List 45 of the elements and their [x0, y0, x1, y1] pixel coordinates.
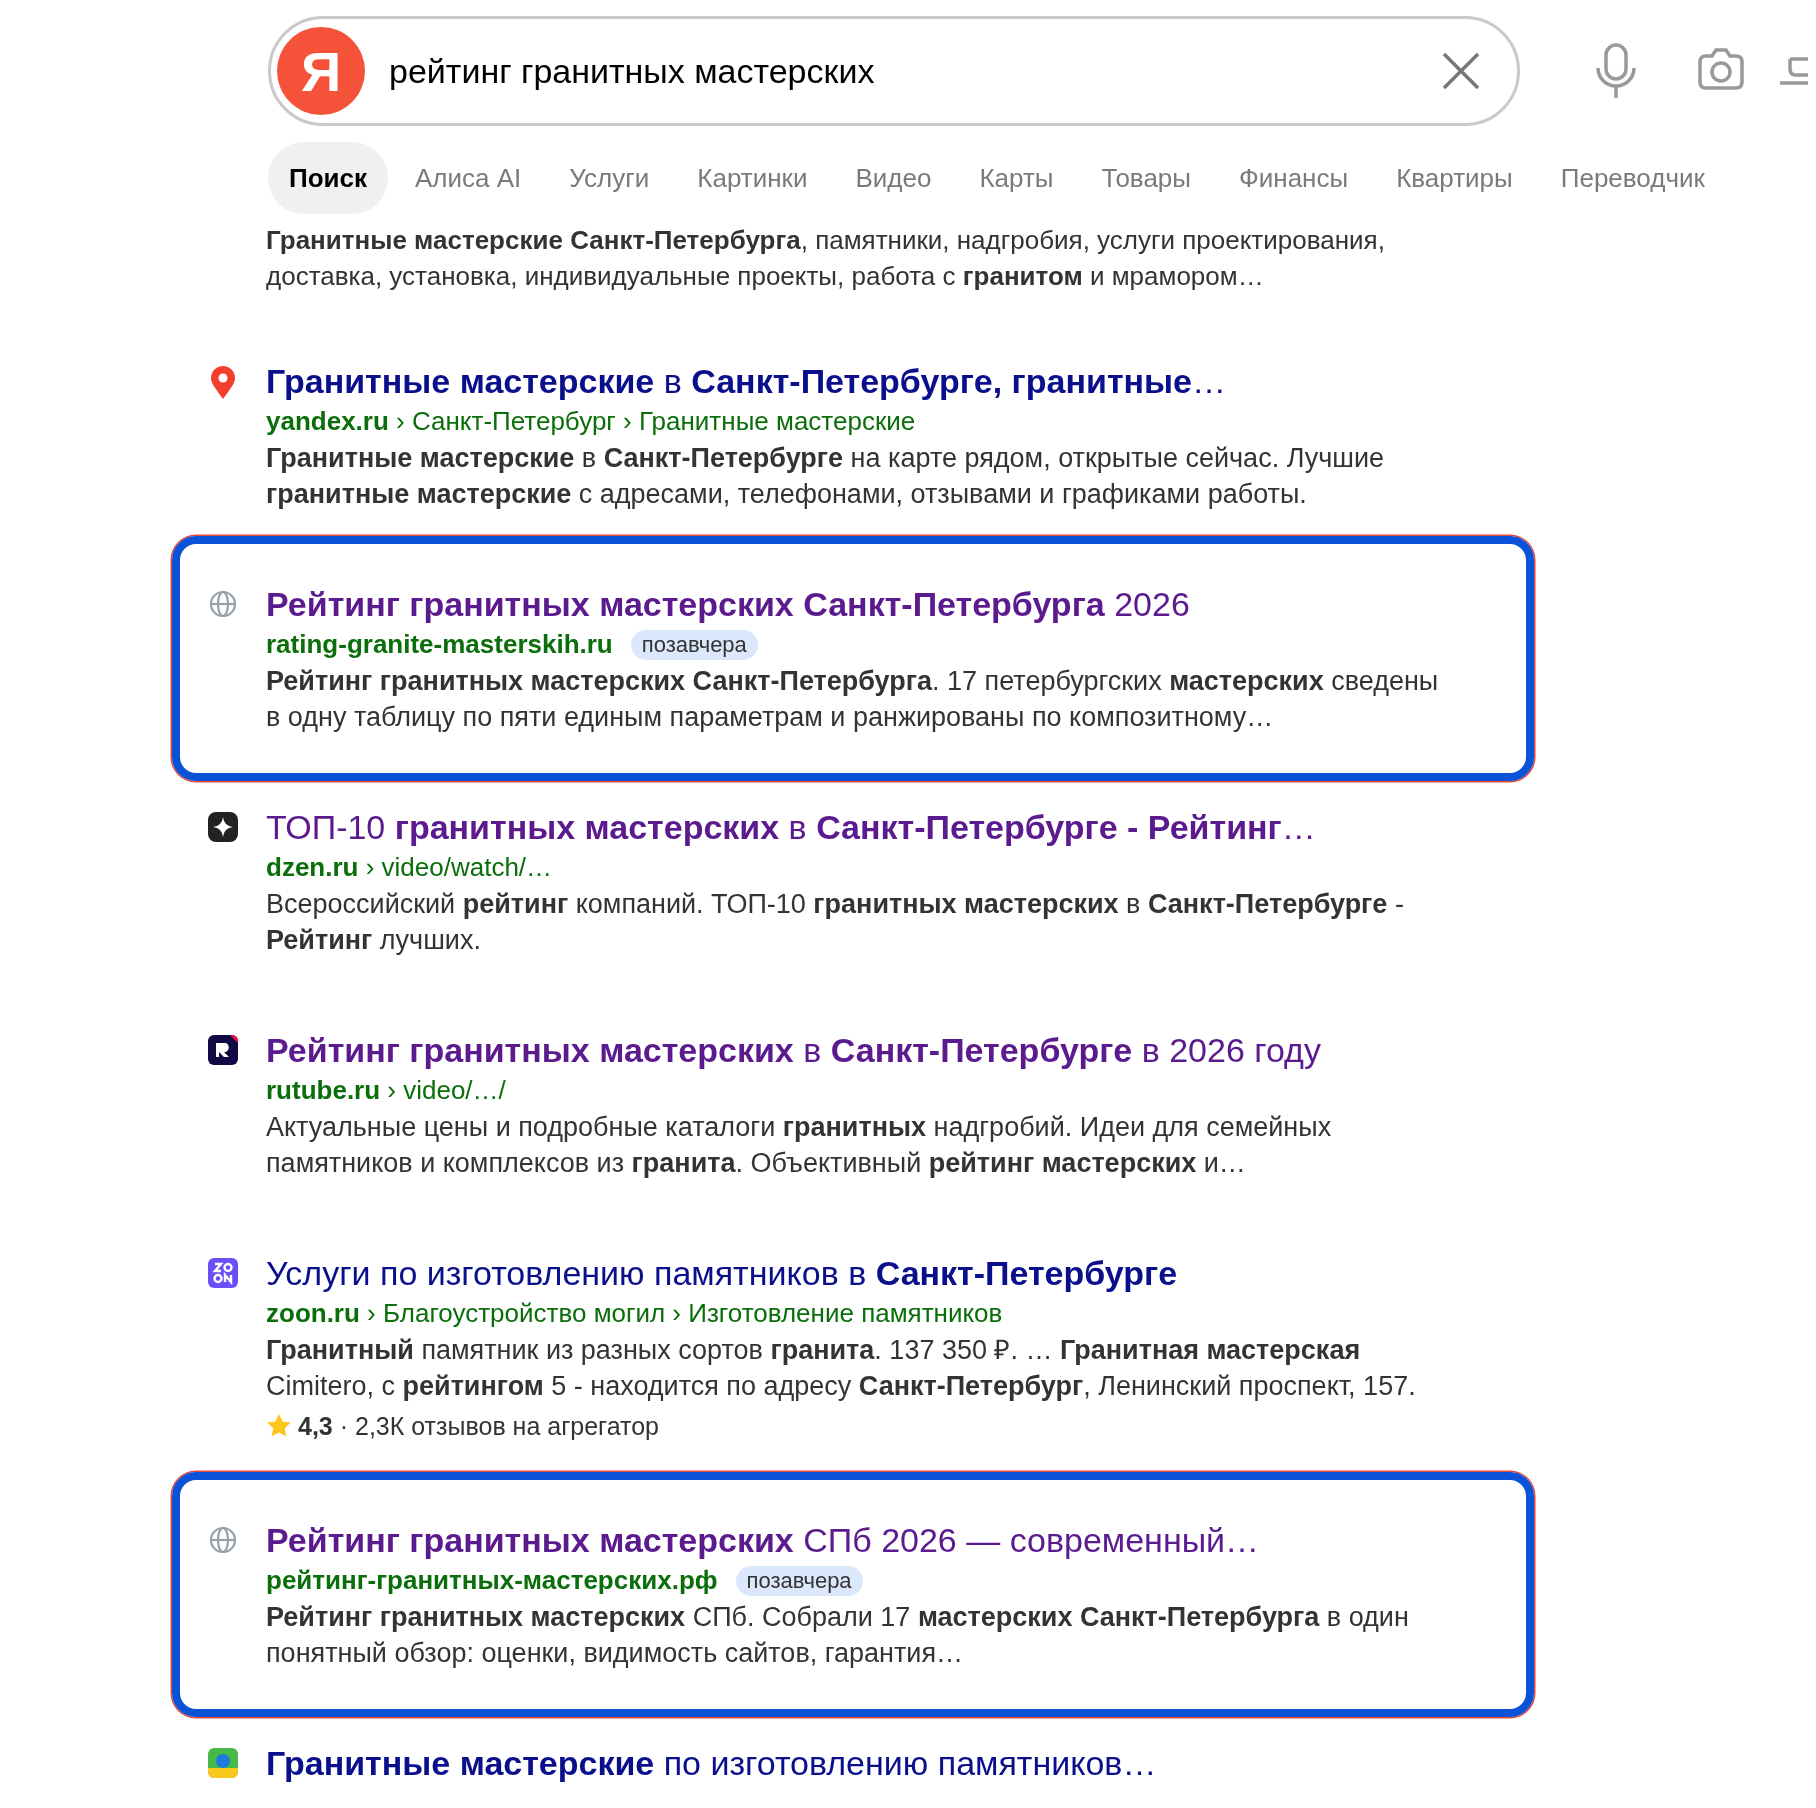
- date-badge: позавчера: [630, 629, 758, 660]
- result-title-link[interactable]: Рейтинг гранитных мастерских в Санкт-Петербурге в 2026 году: [266, 1029, 1466, 1072]
- result-title-link[interactable]: Гранитные мастерские по изготовлению памятников…: [266, 1742, 1466, 1785]
- close-icon[interactable]: [1441, 51, 1481, 91]
- logo[interactable]: Я: [277, 27, 365, 115]
- result-title-link[interactable]: Гранитные мастерские в Санкт-Петербурге, гранитные…: [266, 360, 1466, 403]
- result-title-link[interactable]: Рейтинг гранитных мастерских СПб 2026 — современный…: [266, 1519, 1466, 1562]
- nav-tab[interactable]: Картинки: [676, 142, 829, 214]
- result-url[interactable]: rutube.ru › video/…/: [266, 1072, 506, 1109]
- result-url[interactable]: рейтинг-гранитных-мастерских.рф: [266, 1562, 718, 1599]
- nav-tab[interactable]: Видео: [834, 142, 953, 214]
- pin-icon: [209, 366, 237, 400]
- nav-tab[interactable]: Финансы: [1218, 142, 1370, 214]
- result-url[interactable]: yandex.ru › Санкт-Петербург › Гранитные мастерские: [266, 403, 916, 440]
- microphone-icon[interactable]: [1593, 42, 1639, 100]
- app-icon: [208, 1258, 238, 1288]
- result-url[interactable]: rating-granite-masterskih.ru: [266, 626, 613, 663]
- result-snippet: Рейтинг гранитных мастерских Санкт-Петербурга. 17 петербургских мастерских сведены в одну таблицу по пяти единым параметрам и ранжированы по композитному…: [266, 665, 1440, 734]
- search-query: рейтинг гранитных мастерских: [389, 51, 876, 91]
- nav-tab[interactable]: Алиса AI: [394, 142, 543, 214]
- star-icon: [266, 1413, 292, 1439]
- nav-tab[interactable]: Квартиры: [1375, 142, 1534, 214]
- nav-tab[interactable]: Поиск: [268, 142, 389, 214]
- map-icon: [208, 1748, 238, 1778]
- search-field[interactable]: Я рейтинг гранитных мастерских: [268, 16, 1520, 126]
- result-url[interactable]: dzen.ru › video/watch/…: [266, 849, 553, 886]
- nav-tab[interactable]: Карты: [958, 142, 1075, 214]
- result-snippet: Актуальные цены и подробные каталоги гранитных надгробий. Идеи для семейных памятников и комплексов из гранита. Объективный рейтинг мастерских и…: [266, 1111, 1333, 1180]
- result-title-link[interactable]: Рейтинг гранитных мастерских Санкт-Петербурга 2026: [266, 583, 1466, 626]
- result-title-link[interactable]: Услуги по изготовлению памятников в Санкт-Петербурге: [266, 1252, 1466, 1295]
- result-title-link[interactable]: ТОП-10 гранитных мастерских в Санкт-Петербурге - Рейтинг…: [266, 806, 1466, 849]
- rating-text: 4,3 · 2,3К отзывов на агрегатор: [298, 1411, 659, 1442]
- globe-icon: [208, 1525, 238, 1555]
- result-url[interactable]: zoon.ru › Благоустройство могил › Изготовление памятников: [266, 1295, 1003, 1332]
- app-icon: [208, 1035, 238, 1065]
- globe-icon: [208, 589, 238, 619]
- result-snippet: Гранитные мастерские Санкт-Петербурга, памятники, надгробия, услуги проектирования, доставка, установка, индивидуальные проекты, работа с гранитом и мрамором…: [266, 224, 1386, 293]
- date-badge: позавчера: [735, 1565, 863, 1596]
- result-snippet: Гранитный памятник из разных сортов гранита. 137 350 ₽. … Гранитная мастерская Cimitero, с рейтингом 5 - находится по адресу Санкт-Петербург, Ленинский проспект, 157.: [266, 1334, 1417, 1403]
- nav-tab[interactable]: Товары: [1080, 142, 1212, 214]
- result-snippet: Всероссийский рейтинг компаний. ТОП-10 гранитных мастерских в Санкт-Петербурге - Рейтинг лучших.: [266, 888, 1405, 957]
- nav-tab[interactable]: Переводчик: [1539, 142, 1726, 214]
- nav-tab[interactable]: Услуги: [548, 142, 671, 214]
- result-snippet: Рейтинг гранитных мастерских СПб. Собрали 17 мастерских Санкт-Петербурга в один понятный обзор: оценки, видимость сайтов, гарантия…: [266, 1601, 1410, 1670]
- result-snippet: Гранитные мастерские в Санкт-Петербурге на карте рядом, открытые сейчас. Лучшие гранитные мастерские с адресами, телефонами, отзывами и графиками работы.: [266, 442, 1385, 511]
